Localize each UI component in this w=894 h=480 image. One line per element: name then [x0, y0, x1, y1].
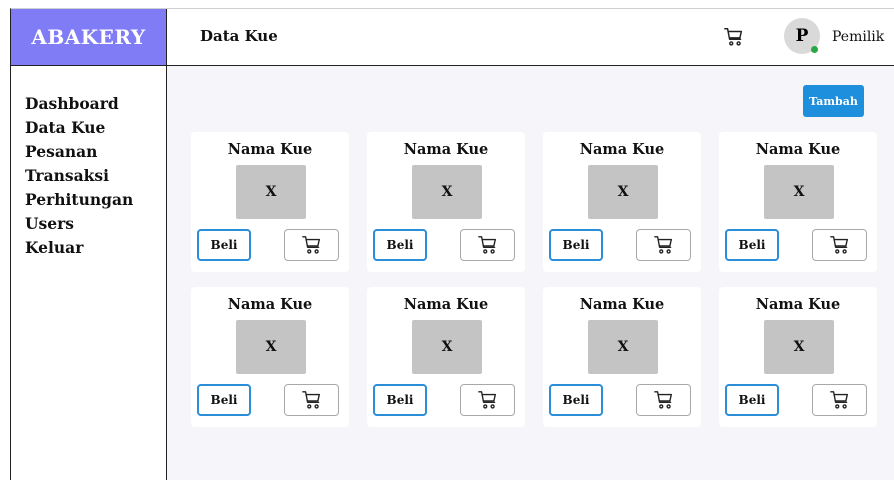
buy-button[interactable]: Beli	[725, 384, 779, 416]
product-image-placeholder: X	[412, 165, 482, 219]
sidebar-item-users[interactable]: Users	[25, 212, 166, 236]
product-card: Nama Kue X Beli	[543, 287, 701, 427]
cart-icon	[829, 391, 848, 409]
product-image-placeholder: X	[236, 320, 306, 374]
cart-icon	[829, 236, 848, 254]
buy-button[interactable]: Beli	[725, 229, 779, 261]
cart-icon	[301, 236, 320, 254]
cart-icon	[477, 391, 496, 409]
sidebar-item-dashboard[interactable]: Dashboard	[25, 92, 166, 116]
product-name: Nama Kue	[403, 296, 489, 313]
product-name: Nama Kue	[755, 141, 841, 158]
product-image-placeholder: X	[588, 165, 658, 219]
product-card: Nama Kue X Beli	[367, 132, 525, 272]
add-to-cart-button[interactable]	[636, 229, 691, 261]
sidebar-item-keluar[interactable]: Keluar	[25, 236, 166, 260]
cart-icon	[653, 236, 672, 254]
add-button[interactable]: Tambah	[803, 85, 864, 117]
product-card: Nama Kue X Beli	[191, 287, 349, 427]
online-status-dot	[811, 46, 818, 53]
add-to-cart-button[interactable]	[812, 384, 867, 416]
page-title: Data Kue	[200, 27, 278, 45]
product-card: Nama Kue X Beli	[719, 287, 877, 427]
brand-logo: ABAKERY	[11, 9, 167, 65]
product-name: Nama Kue	[403, 141, 489, 158]
product-name: Nama Kue	[227, 141, 313, 158]
buy-button[interactable]: Beli	[549, 384, 603, 416]
sidebar: Dashboard Data Kue Pesanan Transaksi Per…	[11, 66, 167, 480]
product-image-placeholder: X	[412, 320, 482, 374]
add-to-cart-button[interactable]	[284, 229, 339, 261]
product-image-placeholder: X	[764, 165, 834, 219]
sidebar-item-transaksi[interactable]: Transaksi	[25, 164, 166, 188]
sidebar-item-perhitungan[interactable]: Perhitungan	[25, 188, 166, 212]
product-card: Nama Kue X Beli	[191, 132, 349, 272]
add-to-cart-button[interactable]	[460, 384, 515, 416]
product-image-placeholder: X	[764, 320, 834, 374]
buy-button[interactable]: Beli	[197, 229, 251, 261]
product-name: Nama Kue	[227, 296, 313, 313]
avatar[interactable]: P	[784, 18, 820, 54]
avatar-initial: P	[795, 26, 809, 46]
add-to-cart-button[interactable]	[460, 229, 515, 261]
cart-icon[interactable]	[723, 26, 745, 48]
product-image-placeholder: X	[588, 320, 658, 374]
buy-button[interactable]: Beli	[373, 384, 427, 416]
user-name[interactable]: Pemilik	[832, 29, 884, 45]
buy-button[interactable]: Beli	[197, 384, 251, 416]
top-bar: ABAKERY Data Kue P Pemilik	[11, 9, 894, 66]
product-name: Nama Kue	[579, 141, 665, 158]
product-card: Nama Kue X Beli	[367, 287, 525, 427]
add-to-cart-button[interactable]	[636, 384, 691, 416]
add-to-cart-button[interactable]	[284, 384, 339, 416]
sidebar-nav: Dashboard Data Kue Pesanan Transaksi Per…	[11, 66, 166, 260]
product-card: Nama Kue X Beli	[543, 132, 701, 272]
app-window: ABAKERY Data Kue P Pemilik Dashboard Dat…	[10, 8, 894, 480]
product-card: Nama Kue X Beli	[719, 132, 877, 272]
cart-icon	[301, 391, 320, 409]
buy-button[interactable]: Beli	[549, 229, 603, 261]
buy-button[interactable]: Beli	[373, 229, 427, 261]
cart-icon	[653, 391, 672, 409]
sidebar-item-data-kue[interactable]: Data Kue	[25, 116, 166, 140]
product-image-placeholder: X	[236, 165, 306, 219]
add-to-cart-button[interactable]	[812, 229, 867, 261]
cart-icon	[477, 236, 496, 254]
sidebar-item-pesanan[interactable]: Pesanan	[25, 140, 166, 164]
product-name: Nama Kue	[579, 296, 665, 313]
product-name: Nama Kue	[755, 296, 841, 313]
